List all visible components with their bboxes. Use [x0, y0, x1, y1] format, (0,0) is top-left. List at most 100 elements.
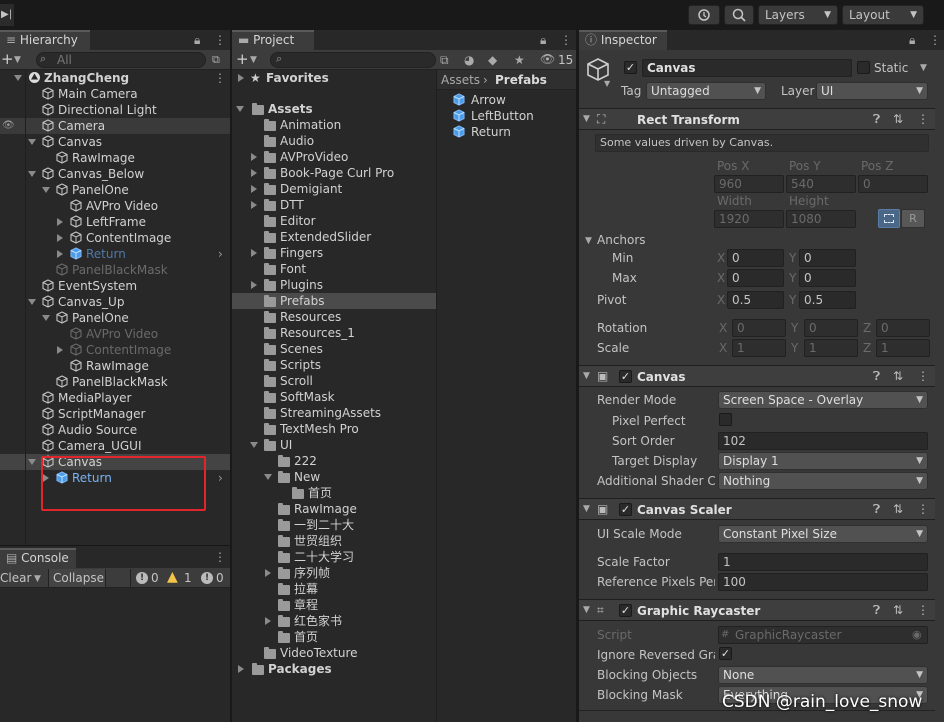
chevron-down-icon[interactable]: ▼	[585, 233, 592, 249]
blocking-objects-dropdown[interactable]: None	[718, 666, 928, 684]
folder-row[interactable]: UI	[232, 437, 436, 453]
pixel-perfect-checkbox[interactable]	[719, 413, 732, 426]
hidden-packages-icon[interactable]: 👁︎	[540, 51, 555, 67]
folder-row[interactable]: 拉幕	[232, 581, 436, 597]
hierarchy-row[interactable]: Camera_UGUI	[0, 438, 230, 454]
tab-project[interactable]: ▬ Project	[232, 30, 314, 50]
lock-icon[interactable]: 🔒︎	[194, 32, 200, 48]
anchor-min-y-field[interactable]: 0	[799, 249, 856, 267]
hierarchy-row[interactable]: Directional Light	[0, 102, 230, 118]
collapse-arrow-icon[interactable]	[251, 169, 257, 177]
help-icon[interactable]: ❓︎	[873, 111, 880, 127]
hierarchy-row[interactable]: ContentImage	[0, 342, 230, 358]
tab-hierarchy[interactable]: ≡ Hierarchy	[0, 30, 90, 50]
canvas-enabled-checkbox[interactable]: ✓	[619, 370, 632, 383]
presets-icon[interactable]: ⇅	[893, 111, 903, 127]
graphic-raycaster-header[interactable]: ▼ ⌗ ✓ Graphic Raycaster ❓︎ ⇅ ⋮	[579, 599, 935, 621]
folder-row[interactable]: 首页	[232, 485, 436, 501]
hierarchy-row[interactable]: EventSystem	[0, 278, 230, 294]
component-menu-icon[interactable]: ⋮	[917, 111, 929, 127]
add-icon[interactable]: +	[236, 51, 249, 67]
folder-row[interactable]: RawImage	[232, 501, 436, 517]
tag-dropdown[interactable]: Untagged	[646, 82, 766, 100]
type-filter-icon[interactable]: ◕	[464, 52, 474, 68]
chevron-down-icon[interactable]: ▼	[604, 76, 610, 92]
hierarchy-row[interactable]: PanelOne	[0, 182, 230, 198]
prefab-file-item[interactable]: LeftButton	[437, 108, 576, 124]
active-checkbox[interactable]: ✓	[624, 61, 637, 74]
scene-visibility-icon[interactable]: ⧉	[212, 52, 220, 68]
folder-row[interactable]: TextMesh Pro	[232, 421, 436, 437]
folder-row[interactable]: 章程	[232, 597, 436, 613]
more-menu-icon[interactable]: ⋮	[214, 70, 226, 86]
collapse-arrow-icon[interactable]	[265, 617, 271, 625]
layer-dropdown[interactable]: UI	[816, 82, 928, 100]
layout-dropdown[interactable]: Layout ▼	[842, 5, 924, 25]
hierarchy-row[interactable]: PanelBlackMask	[0, 262, 230, 278]
more-menu-icon[interactable]: ⋮	[560, 32, 572, 48]
folder-row[interactable]: Resources_1	[232, 325, 436, 341]
reference-pixels-field[interactable]: 100	[718, 573, 928, 591]
collapse-arrow-icon[interactable]	[251, 281, 257, 289]
hierarchy-row[interactable]: Audio Source	[0, 422, 230, 438]
folder-row[interactable]: AVProVideo	[232, 149, 436, 165]
breadcrumb-assets[interactable]: Assets	[441, 72, 480, 88]
collapse-arrow-icon[interactable]	[57, 346, 63, 354]
hierarchy-row[interactable]: Canvas_Below	[0, 166, 230, 182]
help-icon[interactable]: ❓︎	[873, 368, 880, 384]
folder-row[interactable]: 二十大学习	[232, 549, 436, 565]
folder-row[interactable]: Scroll	[232, 373, 436, 389]
collapse-arrow-icon[interactable]	[238, 665, 244, 673]
error-toggle[interactable]: ! 0	[196, 569, 230, 587]
hierarchy-row[interactable]: Canvas	[0, 454, 230, 470]
expand-arrow-icon[interactable]	[264, 474, 272, 480]
anchor-max-y-field[interactable]: 0	[799, 269, 856, 287]
static-checkbox[interactable]	[857, 61, 870, 74]
ui-scale-mode-dropdown[interactable]: Constant Pixel Size	[718, 525, 928, 543]
label-filter-icon[interactable]: ◆	[488, 52, 497, 68]
folder-row[interactable]: StreamingAssets	[232, 405, 436, 421]
raw-edit-button[interactable]: R	[901, 209, 925, 228]
collapse-arrow-icon[interactable]	[251, 249, 257, 257]
expand-arrow-icon[interactable]	[42, 187, 50, 193]
chevron-down-icon[interactable]: ▼	[34, 571, 41, 587]
expand-arrow-icon[interactable]	[28, 171, 36, 177]
hierarchy-row[interactable]: MediaPlayer	[0, 390, 230, 406]
folder-row[interactable]: 世贸组织	[232, 533, 436, 549]
chevron-right-icon[interactable]: ›	[218, 246, 223, 262]
clear-button[interactable]: Clear	[0, 570, 31, 586]
hierarchy-row[interactable]: ContentImage	[0, 230, 230, 246]
search-in-scene-icon[interactable]: ⧉	[440, 52, 449, 68]
visibility-eye-icon[interactable]: 👁︎	[2, 118, 15, 134]
chevron-down-icon[interactable]: ▼	[14, 52, 21, 68]
presets-icon[interactable]: ⇅	[893, 501, 903, 517]
hierarchy-row[interactable]: RawImage	[0, 358, 230, 374]
raycaster-enabled-checkbox[interactable]: ✓	[619, 604, 632, 617]
packages-row[interactable]: Packages	[232, 661, 436, 677]
hierarchy-row[interactable]: Camera 👁︎	[0, 118, 230, 134]
ignore-reversed-checkbox[interactable]: ✓	[719, 647, 732, 660]
expand-arrow-icon[interactable]	[28, 139, 36, 145]
lock-icon[interactable]: 🔒︎	[909, 32, 915, 48]
collapse-arrow-icon[interactable]	[57, 250, 63, 258]
collapse-arrow-icon[interactable]	[238, 74, 244, 82]
folder-row[interactable]: 首页	[232, 629, 436, 645]
folder-row[interactable]: Prefabs	[232, 293, 436, 309]
favorites-row[interactable]: ★ Favorites	[232, 70, 436, 86]
warning-toggle[interactable]: ▲ 1	[164, 569, 196, 587]
folder-row[interactable]: Scripts	[232, 357, 436, 373]
folder-row[interactable]: Font	[232, 261, 436, 277]
prefab-file-item[interactable]: Return	[437, 124, 576, 140]
help-icon[interactable]: ❓︎	[873, 501, 880, 517]
folder-row[interactable]: Fingers	[232, 245, 436, 261]
component-menu-icon[interactable]: ⋮	[917, 602, 929, 618]
anchor-max-x-field[interactable]: 0	[727, 269, 784, 287]
hierarchy-row[interactable]: AVPro Video	[0, 198, 230, 214]
collapse-button[interactable]: Collapse	[48, 569, 106, 587]
hierarchy-search-input[interactable]: All	[36, 52, 206, 68]
collapse-arrow-icon[interactable]	[251, 153, 257, 161]
component-menu-icon[interactable]: ⋮	[917, 368, 929, 384]
scale-factor-field[interactable]: 1	[718, 553, 928, 571]
hierarchy-row[interactable]: LeftFrame	[0, 214, 230, 230]
expand-arrow-icon[interactable]	[28, 299, 36, 305]
